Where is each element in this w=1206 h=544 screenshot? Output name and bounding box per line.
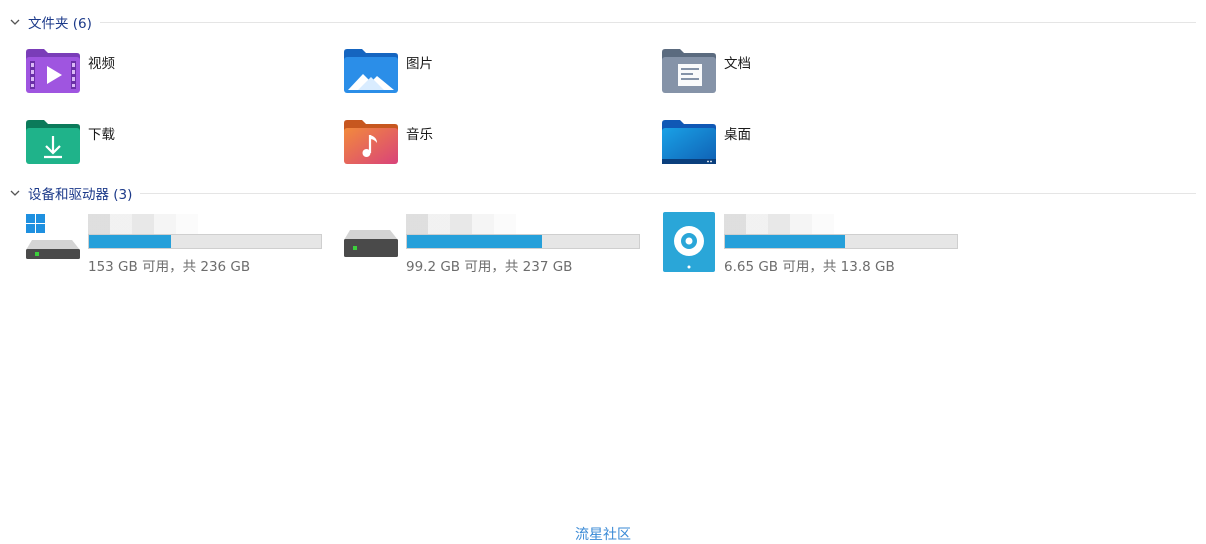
chevron-down-icon[interactable] [8,186,22,200]
system-drive-icon [26,214,80,259]
chevron-down-icon[interactable] [8,15,22,29]
downloads-folder-icon [26,120,80,164]
folder-videos[interactable]: 视频 [26,48,326,104]
folder-downloads[interactable]: 下载 [26,119,326,175]
folder-label: 视频 [88,56,115,72]
drive-usage-bar [724,234,958,249]
folder-documents[interactable]: 文档 [662,48,962,104]
drive-space-info: 153 GB 可用，共 236 GB [88,259,251,275]
drive-name-blurred [724,214,834,234]
folder-label: 图片 [406,56,433,72]
drive-usage-bar [88,234,322,249]
section-divider [140,192,1196,194]
folder-pictures[interactable]: 图片 [344,48,644,104]
videos-folder-icon [26,49,80,93]
drive-item-dvd[interactable]: 6.65 GB 可用，共 13.8 GB [662,212,962,278]
watermark-text: 流星社区 [575,527,631,543]
folder-label: 下载 [88,127,115,143]
folders-section-header[interactable]: 文件夹 (6) [8,12,1196,32]
drive-name-blurred [88,214,198,234]
documents-folder-icon [662,49,716,93]
drive-space-info: 6.65 GB 可用，共 13.8 GB [724,259,895,275]
folder-music[interactable]: 音乐 [344,119,644,175]
dvd-drive-icon [663,212,715,272]
drives-section-header[interactable]: 设备和驱动器 (3) [8,183,1196,203]
drive-usage-bar [406,234,640,249]
music-folder-icon [344,120,398,164]
drive-item-data[interactable]: 99.2 GB 可用，共 237 GB [344,212,644,278]
section-divider [99,21,1196,23]
folder-desktop[interactable]: 桌面 [662,119,962,175]
drives-section-title: 设备和驱动器 (3) [28,187,133,203]
drive-space-info: 99.2 GB 可用，共 237 GB [406,259,573,275]
pictures-folder-icon [344,49,398,93]
folders-section-title: 文件夹 (6) [28,16,92,32]
drive-name-blurred [406,214,516,234]
hard-drive-icon [344,230,398,257]
drive-item-system[interactable]: 153 GB 可用，共 236 GB [26,212,326,278]
folder-label: 文档 [724,56,751,72]
folder-label: 音乐 [406,127,433,143]
desktop-folder-icon [662,120,716,164]
folder-label: 桌面 [724,127,751,143]
